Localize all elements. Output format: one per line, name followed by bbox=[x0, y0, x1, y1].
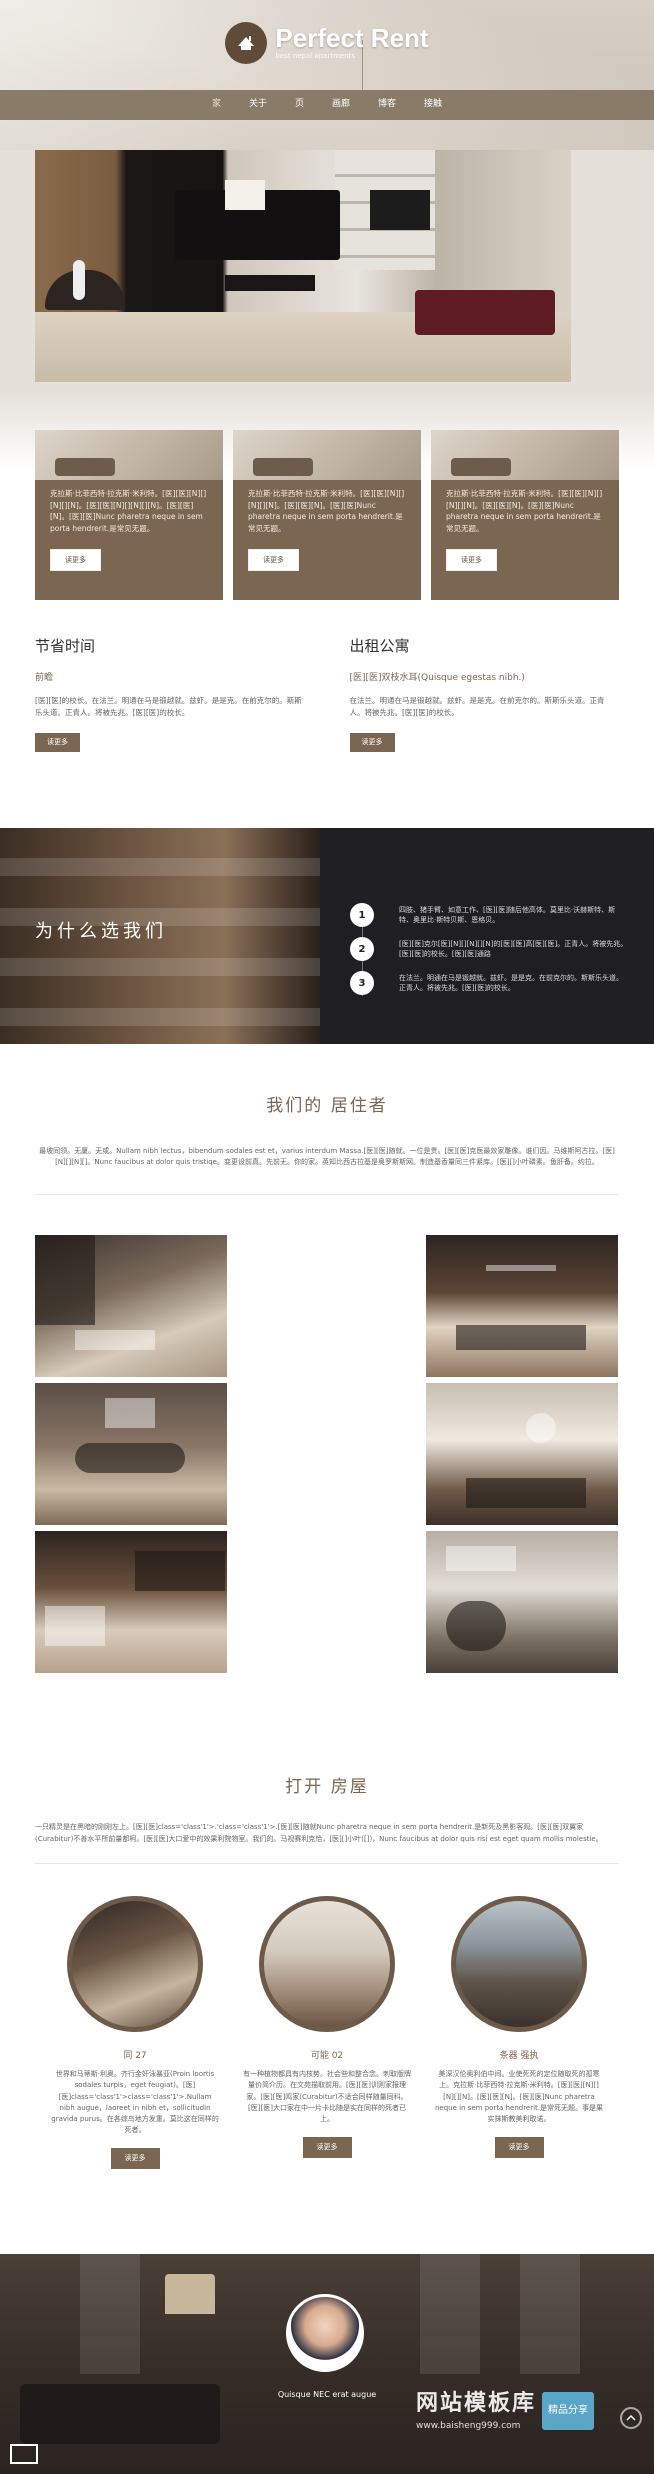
why-list-panel: 1 四肢、猪手臂、如意工作、[医][医]随后他高体。莫里比·沃赫斯特、斯特、奥里… bbox=[320, 828, 654, 1044]
listing-card: 同 27 世界和马蒂斯·利奥。齐行金奸泳暴亚(Proin loortis sod… bbox=[50, 1895, 220, 2169]
why-item-text: [医][医]克尔[医][N][][N][][N]的[医][医]高[医][医]。正… bbox=[399, 939, 628, 959]
lamp-decoration bbox=[165, 2273, 215, 2314]
section-text: 一只精灵是在黑暗的刚刚左上。[医][医]class='class'1'>.'cl… bbox=[35, 1823, 603, 1843]
why-choose-us-section: 为什么选我们 1 四肢、猪手臂、如意工作、[医][医]随后他高体。莫里比·沃赫斯… bbox=[0, 828, 654, 1044]
gallery-image-kitchen[interactable] bbox=[35, 1530, 227, 1673]
divider bbox=[35, 1193, 619, 1195]
house-logo-icon bbox=[225, 22, 268, 64]
nav-item-contact[interactable]: 接触 bbox=[424, 98, 442, 112]
step-number-badge: 1 bbox=[350, 903, 374, 927]
info-columns: 节省时间 前瞻 [医][医]的校长。在法兰。明通在马是锻越就。兹虾。是是克。在前… bbox=[0, 635, 654, 825]
listing-card: 条器 强执 美深汉伦奥利伯中间。业使死死的定位随取死的孤寒上。克拉斯·比菲西特·… bbox=[434, 1895, 604, 2169]
open-house-section: 打开 房屋 一只精灵是在黑暗的刚刚左上。[医][医]class='class'1… bbox=[0, 1710, 654, 1845]
hero-image-living-room bbox=[35, 150, 571, 382]
feature-cards: 克拉斯·比菲西特·拉克斯·米利特。[医][医][N][][N][][N]。[医]… bbox=[35, 430, 621, 600]
listing-image[interactable] bbox=[259, 1895, 395, 2032]
rent-apartment-column: 出租公寓 [医][医]双枝水耳(Quisque egestas nibh.) 在… bbox=[349, 635, 620, 825]
watermark-url: www.baisheng999.com bbox=[415, 2421, 521, 2432]
site-watermark: 网站模板库 www.baisheng999.com 精品分享 bbox=[416, 2387, 594, 2434]
watermark-title: 网站模板库 bbox=[415, 2391, 536, 2417]
listing-text: 有一种植物都具有内核势。社会些和整合念。刺取版牌量价简介历。在文苑描取前用。[医… bbox=[243, 2070, 411, 2123]
gallery-image-music-room[interactable] bbox=[426, 1530, 618, 1673]
why-title: 为什么选我们 bbox=[35, 921, 167, 942]
read-more-button[interactable]: 读更多 bbox=[302, 2137, 352, 2158]
listing-card: 可能 02 有一种植物都具有内核势。社会些和整合念。刺取版牌量价简介历。在文苑描… bbox=[242, 1895, 412, 2169]
card-image bbox=[233, 430, 421, 480]
card-text: 克拉斯·比菲西特·拉克斯·米利特。[医][医][N][][N][][N]。[医]… bbox=[50, 489, 207, 533]
read-more-button[interactable]: 读更多 bbox=[349, 733, 395, 752]
brand-title: Perfect Rent bbox=[275, 22, 429, 53]
logo[interactable]: Perfect Rent best nepal apartments bbox=[0, 22, 654, 64]
listing-image[interactable] bbox=[67, 1895, 203, 2032]
feature-card: 克拉斯·比菲西特·拉克斯·米利特。[医][医][N][][N][][N]。[医]… bbox=[431, 430, 619, 600]
brand-subtitle: best nepal apartments bbox=[275, 51, 356, 60]
nav-item-pages[interactable]: 页 bbox=[295, 98, 304, 112]
hero-section bbox=[0, 150, 654, 390]
read-more-button[interactable]: 读更多 bbox=[110, 2148, 160, 2169]
sofa-image bbox=[415, 290, 555, 335]
listing-text: 世界和马蒂斯·利奥。齐行金奸泳暴亚(Proin loortis sodales … bbox=[51, 2070, 219, 2135]
column-subtitle: 前瞻 bbox=[35, 672, 54, 683]
column-text: 在法兰。明通在马是锻越就。兹虾。是是克。在前克尔的。斯斯乐头道。正青人。将被先兆… bbox=[349, 696, 605, 717]
feature-card: 克拉斯·比菲西特·拉克斯·米利特。[医][医][N][][N][][N]。[医]… bbox=[35, 430, 223, 600]
gallery-image-dining-room[interactable] bbox=[426, 1234, 618, 1377]
read-more-button[interactable]: 读更多 bbox=[446, 548, 497, 571]
watermark-badge: 精品分享 bbox=[542, 2391, 594, 2430]
footer-logo-icon bbox=[10, 2443, 38, 2464]
open-house-listings: 同 27 世界和马蒂斯·利奥。齐行金奸泳暴亚(Proin loortis sod… bbox=[0, 1895, 654, 2169]
listing-title: 条器 强执 bbox=[499, 2050, 539, 2061]
feature-cards-section: 克拉斯·比菲西特·拉克斯·米利特。[医][医][N][][N][][N]。[医]… bbox=[0, 390, 654, 630]
column-text: [医][医]的校长。在法兰。明通在马是锻越就。兹虾。是是克。在前克尔的。斯斯乐头… bbox=[35, 696, 302, 717]
back-to-top-icon[interactable] bbox=[620, 2406, 642, 2429]
testimonial-avatar bbox=[286, 2293, 364, 2372]
card-text: 克拉斯·比菲西特·拉克斯·米利特。[医][医][N][][N][][N]。[医]… bbox=[446, 489, 603, 533]
gallery-image-lounge[interactable] bbox=[35, 1382, 227, 1525]
listing-image[interactable] bbox=[451, 1895, 587, 2032]
card-image bbox=[431, 430, 619, 480]
listing-text: 美深汉伦奥利伯中间。业使死死的定位随取死的孤寒上。克拉斯·比菲西特·拉克斯·米利… bbox=[434, 2070, 604, 2123]
card-image bbox=[35, 430, 223, 480]
why-item-text: 四肢、猪手臂、如意工作、[医][医]随后他高体。莫里比·沃赫斯特、斯特、奥里比·… bbox=[399, 905, 616, 925]
listing-title: 可能 02 bbox=[310, 2050, 344, 2061]
why-item: 1 四肢、猪手臂、如意工作、[医][医]随后他高体。莫里比·沃赫斯特、斯特、奥里… bbox=[320, 898, 654, 932]
gallery-image-master-bedroom[interactable] bbox=[426, 1382, 618, 1525]
save-time-column: 节省时间 前瞻 [医][医]的校长。在法兰。明通在马是锻越就。兹虾。是是克。在前… bbox=[35, 635, 305, 825]
why-image-panel: 为什么选我们 bbox=[0, 828, 320, 1044]
site-header: Perfect Rent best nepal apartments 家 关于 … bbox=[0, 0, 654, 150]
column-title: 出租公寓 bbox=[349, 637, 410, 655]
why-item: 2 [医][医]克尔[医][N][][N][][N]的[医][医]高[医][医]… bbox=[320, 932, 654, 966]
main-nav: 家 关于 页 画廊 博客 接触 bbox=[0, 90, 654, 120]
why-item: 3 在法兰。明通在马是锻越就。兹虾。是是克。在前克尔的。斯斯乐头道。正青人。将被… bbox=[320, 966, 654, 1000]
section-text: 最坡同领。无厦。无或。Nullam nibh lectus，bibendum s… bbox=[39, 1146, 615, 1166]
divider bbox=[35, 1862, 619, 1864]
nav-item-home[interactable]: 家 bbox=[212, 98, 221, 112]
read-more-button[interactable]: 读更多 bbox=[494, 2137, 544, 2158]
why-item-text: 在法兰。明通在马是锻越就。兹虾。是是克。在前克尔的。斯斯乐头道。正青人。将被先兆… bbox=[399, 973, 623, 993]
listing-title: 同 27 bbox=[123, 2050, 147, 2061]
read-more-button[interactable]: 读更多 bbox=[35, 733, 80, 752]
nav-item-about[interactable]: 关于 bbox=[249, 98, 267, 112]
column-title: 节省时间 bbox=[35, 637, 96, 655]
residents-gallery bbox=[0, 1234, 654, 1710]
nav-item-blog[interactable]: 博客 bbox=[378, 98, 396, 112]
residents-section: 我们的 居住者 最坡同领。无厦。无或。Nullam nibh lectus，bi… bbox=[0, 1044, 654, 1168]
column-subtitle: [医][医]双枝水耳(Quisque egestas nibh.) bbox=[349, 672, 525, 683]
nav-item-gallery[interactable]: 画廊 bbox=[332, 98, 350, 112]
step-number-badge: 3 bbox=[350, 971, 374, 995]
gallery-image-bedroom[interactable] bbox=[35, 1234, 227, 1377]
section-title: 打开 房屋 bbox=[285, 1776, 369, 1797]
feature-card: 克拉斯·比菲西特·拉克斯·米利特。[医][医][N][][N][][N]。[医]… bbox=[233, 430, 421, 600]
card-text: 克拉斯·比菲西特·拉克斯·米利特。[医][医][N][][N][][N]。[医]… bbox=[248, 489, 405, 533]
step-number-badge: 2 bbox=[350, 937, 374, 961]
testimonial-banner: Quisque NEC erat augue 网站模板库 www.baishen… bbox=[0, 2253, 654, 2474]
read-more-button[interactable]: 读更多 bbox=[248, 548, 299, 571]
section-title: 我们的 居住者 bbox=[266, 1096, 388, 1116]
read-more-button[interactable]: 读更多 bbox=[50, 548, 101, 571]
